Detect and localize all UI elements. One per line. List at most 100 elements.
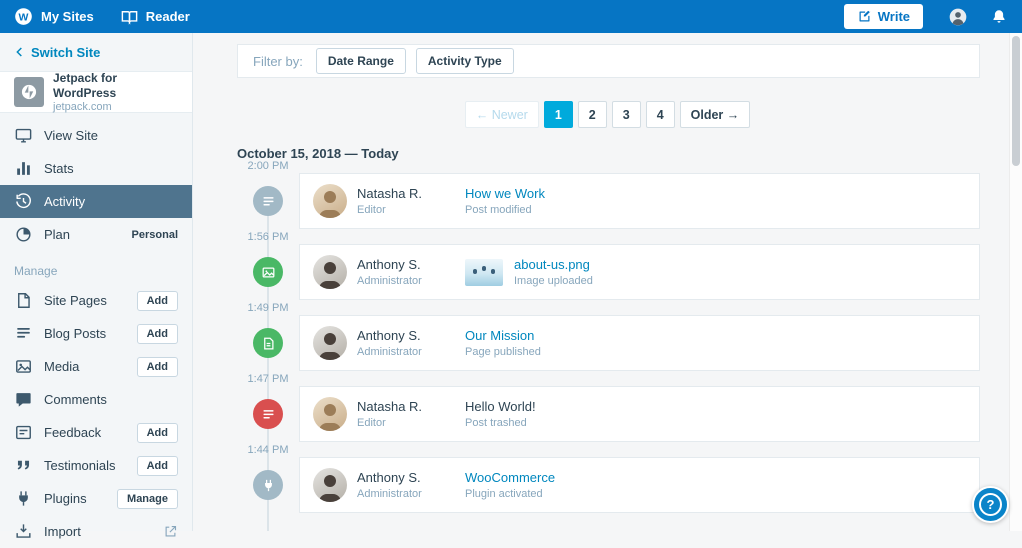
newer-page-button[interactable]: ← Newer [465, 101, 539, 128]
help-button[interactable]: ? [972, 486, 1009, 523]
notifications-button[interactable] [979, 0, 1022, 33]
event-time: 1:44 PM [237, 444, 299, 456]
scrollbar-thumb[interactable] [1012, 36, 1020, 166]
sidebar-item-site-pages[interactable]: Site Pages Add [0, 284, 192, 317]
actor-role: Administrator [357, 346, 422, 358]
write-label: Write [878, 9, 910, 24]
my-sites-menu[interactable]: W My Sites [0, 0, 107, 33]
plugin-event-icon [253, 470, 283, 500]
pagination: ← Newer 1 2 3 4 Older → [193, 101, 1022, 128]
help-icon: ? [979, 493, 1002, 516]
avatar [313, 397, 347, 431]
monitor-icon [14, 126, 33, 145]
page-4-button[interactable]: 4 [646, 101, 675, 128]
sidebar-item-label: Feedback [44, 425, 101, 440]
plan-badge: Personal [132, 229, 178, 241]
profile-menu-button[interactable] [937, 0, 979, 33]
chevron-left-icon [12, 44, 28, 60]
sidebar-nav: View Site Stats Activity Plan Personal M… [0, 113, 192, 548]
sidebar-item-view-site[interactable]: View Site [0, 119, 192, 152]
sidebar-item-comments[interactable]: Comments [0, 383, 192, 416]
plan-icon [14, 225, 33, 244]
event-action: Plugin activated [465, 488, 555, 500]
sidebar-item-label: Stats [44, 161, 74, 176]
event-title-link[interactable]: How we Work [465, 186, 545, 201]
add-post-button[interactable]: Add [137, 324, 178, 344]
date-range-filter-button[interactable]: Date Range [316, 48, 406, 74]
event-time: 2:00 PM [237, 160, 299, 172]
write-icon [857, 9, 872, 24]
activity-event: 1:49 PM Anthony S. Administrator Our Mis… [237, 315, 980, 371]
sidebar-item-stats[interactable]: Stats [0, 152, 192, 185]
older-page-button[interactable]: Older → [680, 101, 751, 128]
event-action: Page published [465, 346, 541, 358]
page-1-button[interactable]: 1 [544, 101, 573, 128]
event-title-link[interactable]: Our Mission [465, 328, 541, 343]
event-action: Post trashed [465, 417, 536, 429]
wordpress-logo-icon: W [13, 6, 34, 27]
stats-icon [14, 159, 33, 178]
sidebar-item-blog-posts[interactable]: Blog Posts Add [0, 317, 192, 350]
sidebar-item-label: View Site [44, 128, 98, 143]
sidebar-item-label: Site Pages [44, 293, 107, 308]
activity-log-main: Filter by: Date Range Activity Type ← Ne… [193, 33, 1022, 531]
filter-label: Filter by: [253, 54, 303, 69]
sidebar-item-label: Import [44, 524, 81, 539]
sidebar-item-label: Blog Posts [44, 326, 106, 341]
quote-icon [14, 456, 33, 475]
sidebar-item-media[interactable]: Media Add [0, 350, 192, 383]
actor-name: Anthony S. [357, 257, 422, 272]
image-event-icon [253, 257, 283, 287]
current-site-card[interactable]: Jetpack for WordPress jetpack.com [0, 71, 192, 113]
actor-role: Editor [357, 204, 422, 216]
reader-menu[interactable]: Reader [107, 0, 203, 33]
event-card: Natasha R. Editor How we Work Post modif… [299, 173, 980, 229]
actor-role: Editor [357, 417, 422, 429]
page-2-button[interactable]: 2 [578, 101, 607, 128]
activity-event: 1:47 PM Natasha R. Editor Hello World! [237, 386, 980, 442]
event-card: Anthony S. Administrator Our Mission Pag… [299, 315, 980, 371]
sidebar-item-plugins[interactable]: Plugins Manage [0, 482, 192, 515]
event-card: Natasha R. Editor Hello World! Post tras… [299, 386, 980, 442]
post-event-icon [253, 186, 283, 216]
add-page-button[interactable]: Add [137, 291, 178, 311]
sidebar-item-plan[interactable]: Plan Personal [0, 218, 192, 251]
sidebar-item-import[interactable]: Import [0, 515, 192, 548]
sidebar-item-label: Plan [44, 227, 70, 242]
actor-role: Administrator [357, 275, 422, 287]
write-button[interactable]: Write [844, 4, 923, 29]
event-title-link[interactable]: about-us.png [514, 257, 593, 272]
media-icon [14, 357, 33, 376]
posts-icon [14, 324, 33, 343]
actor-name: Anthony S. [357, 470, 422, 485]
image-thumbnail[interactable] [465, 259, 503, 286]
page-3-button[interactable]: 3 [612, 101, 641, 128]
switch-site-link[interactable]: Switch Site [0, 33, 192, 71]
activity-timeline: 2:00 PM Natasha R. Editor How we Work [237, 173, 980, 513]
manage-plugins-button[interactable]: Manage [117, 489, 178, 509]
activity-type-filter-button[interactable]: Activity Type [416, 48, 514, 74]
actor-name: Natasha R. [357, 186, 422, 201]
filter-bar: Filter by: Date Range Activity Type [237, 44, 980, 78]
event-time: 1:56 PM [237, 231, 299, 243]
sidebar-item-label: Activity [44, 194, 85, 209]
page-event-icon [253, 328, 283, 358]
add-media-button[interactable]: Add [137, 357, 178, 377]
event-title: Hello World! [465, 399, 536, 414]
add-testimonial-button[interactable]: Add [137, 456, 178, 476]
activity-event: 1:44 PM Anthony S. Administrator WooComm… [237, 457, 980, 513]
date-range-header: October 15, 2018 — Today [237, 146, 1022, 161]
svg-text:W: W [19, 11, 29, 23]
profile-avatar-icon [948, 7, 968, 27]
post-trashed-event-icon [253, 399, 283, 429]
sidebar-item-activity[interactable]: Activity [0, 185, 192, 218]
sidebar-item-feedback[interactable]: Feedback Add [0, 416, 192, 449]
activity-event: 1:56 PM Anthony S. Administrator about- [237, 244, 980, 300]
event-title-link[interactable]: WooCommerce [465, 470, 555, 485]
add-feedback-button[interactable]: Add [137, 423, 178, 443]
reader-label: Reader [146, 9, 190, 24]
avatar [313, 184, 347, 218]
sidebar-item-testimonials[interactable]: Testimonials Add [0, 449, 192, 482]
actor-name: Natasha R. [357, 399, 422, 414]
sidebar-item-label: Comments [44, 392, 107, 407]
